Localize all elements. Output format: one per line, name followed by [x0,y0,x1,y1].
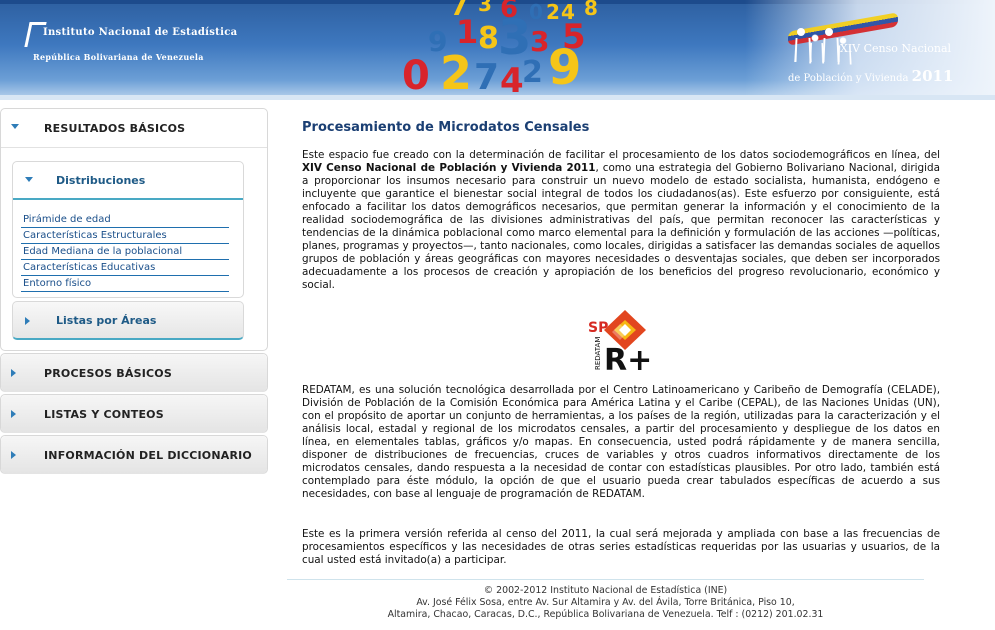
footer-address: Av. José Félix Sosa, entre Av. Sur Altam… [416,597,795,608]
digit: 9 [548,40,582,96]
person-icon [822,28,840,62]
person-icon [794,28,812,62]
chevron-right-icon [11,410,16,418]
link-caracteristicas-estructurales[interactable]: Características Estructurales [21,229,229,244]
census-subtitle: de Población y Vivienda [788,73,909,84]
subaccordion-header-listas-areas[interactable]: Listas por Áreas [13,302,243,338]
chevron-right-icon [25,317,30,325]
link-caracteristicas-educativas[interactable]: Características Educativas [21,261,229,276]
subaccordion-label: Distribuciones [56,174,146,187]
redatam-paragraph: REDATAM, es una solución tecnológica des… [302,384,940,500]
digit: 2 [440,46,473,100]
census-subtitle-line: de Población y Vivienda 2011 [788,67,953,85]
accordion-header-listas[interactable]: LISTAS Y CONTEOS [1,395,267,433]
link-edad-mediana[interactable]: Edad Mediana de la poblacional [21,245,229,260]
digit: 3 [478,0,492,16]
chevron-right-icon [11,369,16,377]
footer-copyright: © 2002-2012 Instituto Nacional de Estadí… [483,585,728,596]
chevron-down-icon [11,124,19,129]
accordion-procesos[interactable]: PROCESOS BÁSICOS [0,353,268,392]
redatam-name-text: REDATAM [594,337,602,370]
digit: 1 [456,13,479,51]
census-logo[interactable]: XIV Censo Nacional de Población y Vivien… [788,12,988,92]
digit: 8 [478,21,499,56]
digit: 8 [584,0,598,20]
subaccordion-header-distribuciones[interactable]: Distribuciones [13,162,243,200]
accordion-label: LISTAS Y CONTEOS [44,408,164,421]
digit: 7 [474,57,500,98]
accordion-header-diccionario[interactable]: INFORMACIÓN DEL DICCIONARIO [1,436,267,474]
ine-logo-country: República Bolivariana de Venezuela [33,52,204,62]
digit: 0 [402,53,430,99]
link-piramide-edad[interactable]: Pirámide de edad [21,213,229,228]
redatam-r-text: R+ [604,343,652,374]
footer: © 2002-2012 Instituto Nacional de Estadí… [287,585,924,621]
census-edition-number: XIV [840,42,861,55]
accordion-label: INFORMACIÓN DEL DICCIONARIO [44,449,252,462]
accordion-header-resultados[interactable]: RESULTADOS BÁSICOS [1,109,267,148]
distribuciones-links: Pirámide de edad Características Estruct… [21,213,229,293]
census-edition: XIV Censo Nacional [840,42,951,55]
intro-text-start: Este espacio fue creado con la determina… [302,149,940,161]
decorative-digits: 7 3 6 0 2 4 8 9 1 8 3 3 5 0 2 7 4 2 9 [398,0,608,100]
digit: 2 [522,55,543,90]
header-banner: Instituto Nacional de Estadística Repúbl… [0,0,995,100]
person-icon [809,34,825,64]
accordion-diccionario[interactable]: INFORMACIÓN DEL DICCIONARIO [0,435,268,474]
intro-text-end: , como una estrategia del Gobierno Boliv… [302,162,940,291]
subaccordion-listas-areas[interactable]: Listas por Áreas [12,301,244,340]
census-year: 2011 [911,67,954,85]
subaccordion-label: Listas por Áreas [56,314,157,327]
redatam-logo-graphic: SP REDATAM R+ [588,310,652,378]
digit: 2 [546,0,560,24]
accordion-label: PROCESOS BÁSICOS [44,367,172,380]
subaccordion-distribuciones: Distribuciones Pirámide de edad Caracter… [12,161,244,298]
link-entorno-fisico[interactable]: Entorno físico [21,277,229,292]
main-content: Procesamiento de Microdatos Censales Est… [302,120,940,566]
page-title: Procesamiento de Microdatos Censales [302,120,590,135]
digit: 4 [500,61,524,100]
census-name-bold: XIV Censo Nacional de Población y Vivien… [302,162,596,174]
closing-paragraph: Este es la primera versión referida al c… [302,528,940,566]
footer-contact: Altamira, Chacao, Caracas, D.C., Repúbli… [387,609,824,620]
redatam-sp-text: SP [588,320,608,336]
redatam-logo: SP REDATAM R+ [586,308,652,378]
digit: 3 [530,25,550,58]
accordion-listas[interactable]: LISTAS Y CONTEOS [0,394,268,433]
ine-logo-title: Instituto Nacional de Estadística [43,27,238,38]
chevron-down-icon [25,177,33,182]
footer-divider [287,579,924,580]
intro-paragraph: Este espacio fue creado con la determina… [302,149,940,292]
accordion-resultados: RESULTADOS BÁSICOS Distribuciones Pirámi… [0,108,268,351]
census-title: Censo Nacional [863,42,952,55]
chevron-right-icon [11,451,16,459]
accordion-header-procesos[interactable]: PROCESOS BÁSICOS [1,354,267,392]
accordion-label: RESULTADOS BÁSICOS [44,122,186,135]
